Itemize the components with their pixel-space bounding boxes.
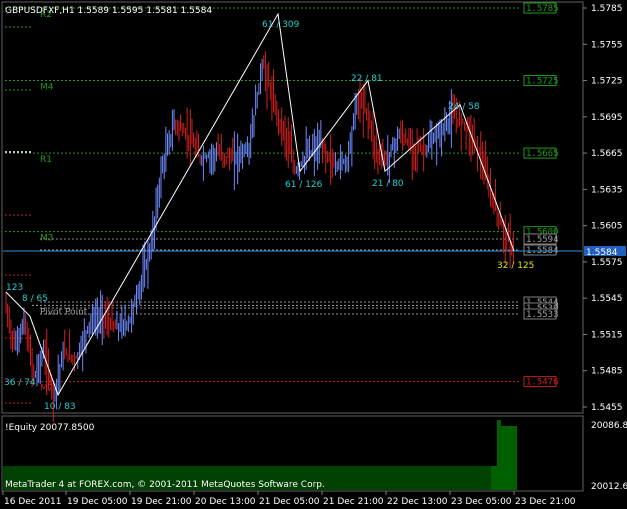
price-axis-tick-label: 1.5695 [591, 113, 623, 123]
time-axis-tick-label: 21 Dec 05:00 [259, 497, 320, 507]
pivot-price-tag-r2: 1.5785 [526, 4, 559, 14]
pivot-label-pivot: Pivot Point [40, 307, 88, 317]
zigzag-label: 8 / 65 [22, 294, 48, 304]
time-axis-tick-label: 21 Dec 21:00 [323, 497, 384, 507]
zigzag-label: 61 / 126 [285, 180, 323, 190]
pivot-label-m3: M3 [40, 234, 54, 244]
metatrader-chart-window: R2 1.5785 M4 1.5725 R1 1.5665 M3 1.5600 Pivot Po… [0, 0, 627, 509]
zigzag-label: 24 / 58 [448, 102, 480, 112]
pivot-price-tag-m2: 1.5476 [526, 378, 559, 388]
pivot-label-r1: R1 [40, 155, 52, 165]
zigzag-label: 32 / 125 [497, 261, 534, 271]
zigzag-label: 61 / 309 [262, 20, 300, 30]
equity-tick-bottom: 20012.6 [591, 482, 627, 492]
price-axis-tick-label: 1.5485 [591, 367, 623, 377]
pivot-side-tag: 1.5594 [526, 235, 559, 245]
pivot-price-tag-r1: 1.5665 [526, 149, 559, 159]
equity-label: !Equity 20077.8500 [5, 423, 95, 433]
zigzag-labels-layer: 1238 / 65 36 / 74 10 / 83 61 / 309 61 / 126 2… [4, 20, 534, 412]
copyright-text: MetaTrader 4 at FOREX.com, © 2001-2011 M… [5, 480, 325, 490]
price-axis-tick-label: 1.5665 [591, 149, 623, 159]
current-price-tag: 1.5584 [586, 248, 618, 258]
ohlc-bars-layer [5, 51, 514, 422]
zigzag-label: 36 / 74 [4, 378, 36, 388]
price-axis-tick-label: 1.5575 [591, 258, 623, 268]
time-axis-tick-label: 23 Dec 21:00 [515, 497, 576, 507]
price-axis-tick-label: 1.5605 [591, 222, 623, 232]
price-axis: 1.5785 1.5755 1.5725 1.5695 1.5665 1.5635 1.56… [583, 4, 623, 413]
equity-tick-top: 20086.8 [591, 421, 627, 431]
time-axis-tick-label: 22 Dec 13:00 [387, 497, 448, 507]
time-axis: 16 Dec 2011 19 Dec 05:00 19 Dec 21:00 20 De… [2, 491, 576, 507]
time-axis-tick-label: 16 Dec 2011 [4, 497, 62, 507]
time-axis-tick-label: 19 Dec 05:00 [67, 497, 128, 507]
price-axis-tick-label: 1.5635 [591, 185, 623, 195]
zigzag-label: 10 / 83 [44, 402, 76, 412]
time-axis-tick-label: 19 Dec 21:00 [131, 497, 192, 507]
pivot-side-tag: 1.5533 [526, 310, 559, 320]
price-chart[interactable]: R21.5785M41.5725R11.5665M31.5600Pivot Po… [0, 0, 627, 509]
price-axis-tick-label: 1.5545 [591, 294, 623, 304]
price-axis-tick-label: 1.5455 [591, 403, 623, 413]
pivot-label-m4: M4 [40, 83, 54, 93]
price-axis-tick-label: 1.5755 [591, 40, 623, 50]
zigzag-label: 21 / 80 [372, 179, 404, 189]
pivot-price-tag-m4: 1.5725 [526, 77, 559, 87]
price-axis-tick-label: 1.5515 [591, 330, 623, 340]
pivot-lines-layer: R21.5785M41.5725R11.5665M31.5600Pivot Po… [3, 2, 626, 394]
time-axis-tick-label: 20 Dec 13:00 [195, 497, 256, 507]
zigzag-label: 22 / 81 [351, 74, 383, 84]
symbol-info-line: GBPUSDFXF,H1 1.5589 1.5595 1.5581 1.5584 [5, 6, 212, 16]
time-axis-tick-label: 23 Dec 05:00 [451, 497, 512, 507]
price-axis-tick-label: 1.5725 [591, 77, 623, 87]
price-axis-tick-label: 1.5785 [591, 4, 623, 14]
zigzag-label: 123 [6, 283, 23, 293]
